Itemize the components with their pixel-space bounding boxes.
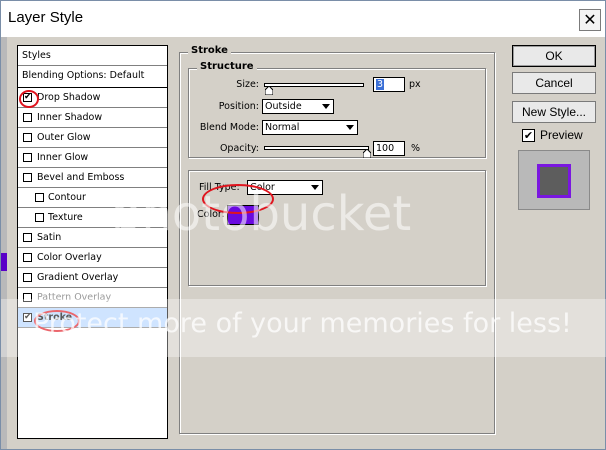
size-slider-thumb[interactable] (265, 86, 273, 95)
checkbox[interactable] (23, 253, 32, 262)
structure-title: Structure (197, 61, 257, 72)
style-item-label: Texture (48, 212, 83, 223)
style-item-label: Outer Glow (37, 132, 91, 143)
style-item-blending-options-default[interactable]: Blending Options: Default (18, 66, 167, 88)
size-label: Size: (236, 79, 259, 90)
checkbox[interactable] (35, 213, 44, 222)
style-item-label: Bevel and Emboss (37, 172, 125, 183)
blend-mode-value: Normal (265, 122, 300, 133)
style-item-color-overlay[interactable]: Color Overlay (18, 248, 167, 268)
opacity-slider-track[interactable] (264, 146, 369, 150)
title-bar: Layer Style ✕ (1, 1, 605, 37)
size-unit: px (409, 79, 421, 90)
checkbox[interactable] (35, 193, 44, 202)
size-input[interactable]: 3 (373, 77, 405, 92)
style-item-drop-shadow[interactable]: ✔ Drop Shadow (18, 88, 167, 108)
style-item-bevel-and-emboss[interactable]: Bevel and Emboss (18, 168, 167, 188)
size-slider-track[interactable] (264, 83, 364, 87)
cancel-button[interactable]: Cancel (512, 72, 596, 94)
dialog-title: Layer Style (8, 9, 84, 26)
position-label: Position: (218, 101, 259, 112)
chevron-down-icon (346, 125, 354, 130)
style-item-label: Satin (37, 232, 62, 243)
preview-thumbnail (518, 150, 590, 210)
style-item-inner-glow[interactable]: Inner Glow (18, 148, 167, 168)
blend-mode-label: Blend Mode: (199, 122, 259, 133)
opacity-unit: % (411, 143, 421, 154)
style-item-outer-glow[interactable]: Outer Glow (18, 128, 167, 148)
preview-label: Preview (540, 128, 583, 142)
blend-mode-select[interactable]: Normal (262, 120, 358, 135)
watermark-slogan: Protect more of your memories for less! (33, 308, 572, 339)
layer-style-dialog: Layer Style ✕ Styles Blending Options: D… (0, 0, 606, 450)
close-button[interactable]: ✕ (579, 9, 601, 31)
style-item-label: Gradient Overlay (37, 272, 119, 283)
stroke-group: Stroke Structure Size: 3 px Position: Ou… (179, 45, 495, 434)
opacity-input[interactable]: 100 (373, 141, 405, 156)
position-value: Outside (265, 101, 302, 112)
annotation-circle-drop-shadow (19, 90, 39, 108)
style-item-gradient-overlay[interactable]: Gradient Overlay (18, 268, 167, 288)
new-style-button[interactable]: New Style... (512, 101, 596, 123)
style-item-label: Drop Shadow (37, 92, 101, 103)
chevron-down-icon (322, 104, 330, 109)
style-item-label: Contour (48, 192, 86, 203)
stroke-group-title: Stroke (188, 45, 231, 56)
style-item-inner-shadow[interactable]: Inner Shadow (18, 108, 167, 128)
checkbox[interactable] (23, 113, 32, 122)
styles-list: Styles Blending Options: Default ✔ Drop Sh… (17, 45, 168, 439)
ok-button[interactable]: OK (512, 45, 596, 67)
checkbox[interactable] (23, 153, 32, 162)
checkbox[interactable] (23, 173, 32, 182)
style-item-label: Color Overlay (37, 252, 102, 263)
structure-group: Structure Size: 3 px Position: Outside B… (188, 61, 486, 158)
styles-header[interactable]: Styles (18, 46, 167, 66)
opacity-slider-thumb[interactable] (363, 149, 371, 158)
checkbox[interactable] (23, 133, 32, 142)
checkbox[interactable] (23, 233, 32, 242)
opacity-label: Opacity: (219, 143, 259, 154)
dialog-body: Styles Blending Options: Default ✔ Drop Sh… (7, 37, 605, 449)
preview-checkbox[interactable]: ✔ (522, 129, 535, 142)
style-item-label: Blending Options: Default (22, 70, 145, 81)
position-select[interactable]: Outside (262, 99, 334, 114)
preview-shape (537, 164, 571, 198)
size-value: 3 (376, 79, 385, 90)
watermark-logo: photobucket (111, 186, 412, 242)
style-item-label: Inner Shadow (37, 112, 103, 123)
style-item-label: Inner Glow (37, 152, 89, 163)
checkbox[interactable] (23, 273, 32, 282)
